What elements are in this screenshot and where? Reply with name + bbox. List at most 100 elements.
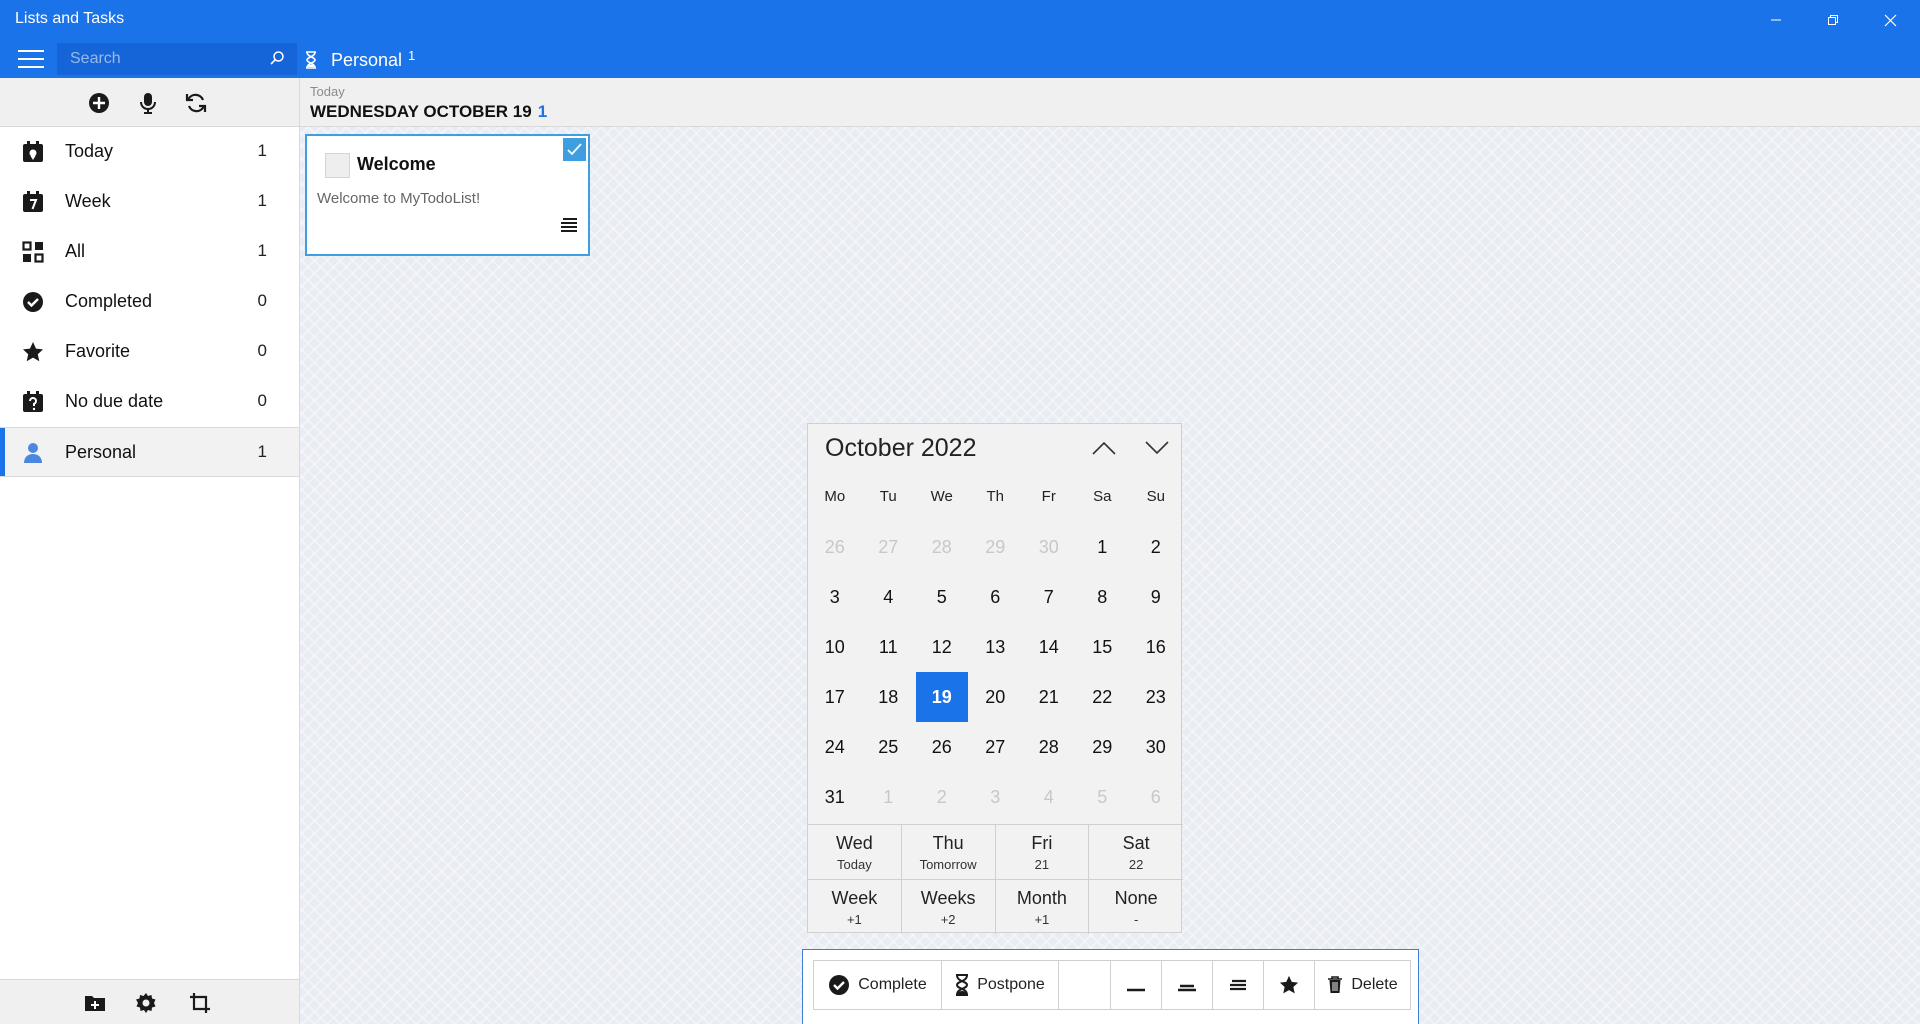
quick-date-label: Sat bbox=[1122, 832, 1150, 853]
calendar-day[interactable]: 12 bbox=[916, 622, 968, 672]
calendar-day[interactable]: 7 bbox=[1023, 572, 1075, 622]
restore-button[interactable] bbox=[1805, 0, 1861, 40]
quick-date-saturday-button[interactable]: Sat 22 bbox=[1089, 825, 1183, 879]
settings-icon bbox=[136, 993, 156, 1013]
date-heading: WEDNESDAY OCTOBER 19 1 bbox=[310, 102, 547, 122]
sidebar-item-personal[interactable]: Personal 1 bbox=[0, 427, 299, 477]
calendar-day[interactable]: 28 bbox=[1023, 722, 1075, 772]
next-month-button[interactable] bbox=[1141, 436, 1173, 460]
calendar-day[interactable]: 20 bbox=[970, 672, 1022, 722]
calendar-day[interactable]: 30 bbox=[1130, 722, 1182, 772]
calendar-day[interactable]: 9 bbox=[1130, 572, 1182, 622]
settings-button[interactable] bbox=[133, 990, 159, 1016]
quick-date-label: Wed bbox=[836, 832, 873, 853]
quick-date-none-button[interactable]: None - bbox=[1089, 880, 1183, 934]
calendar-day[interactable]: 1 bbox=[1077, 522, 1129, 572]
calendar-day[interactable]: 27 bbox=[863, 522, 915, 572]
calendar-day[interactable]: 13 bbox=[970, 622, 1022, 672]
calendar-day[interactable]: 16 bbox=[1130, 622, 1182, 672]
add-task-button[interactable] bbox=[86, 90, 112, 116]
priority-none-button[interactable] bbox=[1059, 961, 1111, 1009]
sidebar-item-favorite[interactable]: Favorite 0 bbox=[0, 327, 299, 377]
task-card[interactable]: Welcome Welcome to MyTodoList! bbox=[305, 134, 590, 256]
calendar-day[interactable]: 24 bbox=[809, 722, 861, 772]
favorite-button[interactable] bbox=[1264, 961, 1315, 1009]
main-content: Today WEDNESDAY OCTOBER 19 1 Welcome Welc… bbox=[300, 78, 1920, 1024]
search-input[interactable] bbox=[70, 47, 260, 71]
calendar-day-selected[interactable]: 19 bbox=[916, 672, 968, 722]
quick-date-month-button[interactable]: Month +1 bbox=[996, 880, 1090, 934]
calendar-day[interactable]: 2 bbox=[1130, 522, 1182, 572]
calendar-day[interactable]: 17 bbox=[809, 672, 861, 722]
calendar-day[interactable]: 8 bbox=[1077, 572, 1129, 622]
sidebar-item-week[interactable]: Week 1 bbox=[0, 177, 299, 227]
calendar-day[interactable]: 14 bbox=[1023, 622, 1075, 672]
quick-date-week-button[interactable]: Week +1 bbox=[808, 880, 902, 934]
quick-date-row: Wed Today Thu Tomorrow Fri 21 Sat 22 bbox=[808, 824, 1183, 879]
add-list-button[interactable] bbox=[82, 990, 108, 1016]
calendar-day[interactable]: 2 bbox=[916, 772, 968, 822]
crop-button[interactable] bbox=[187, 990, 213, 1016]
calendar-day[interactable]: 21 bbox=[1023, 672, 1075, 722]
calendar-day[interactable]: 28 bbox=[916, 522, 968, 572]
sidebar-item-count: 0 bbox=[257, 291, 267, 310]
calendar-day[interactable]: 29 bbox=[970, 522, 1022, 572]
quick-date-tomorrow-button[interactable]: Thu Tomorrow bbox=[902, 825, 996, 879]
priority-high-button[interactable] bbox=[1213, 961, 1264, 1009]
sidebar-item-today[interactable]: Today 1 bbox=[0, 127, 299, 177]
voice-input-button[interactable] bbox=[135, 90, 161, 116]
calendar-day[interactable]: 11 bbox=[863, 622, 915, 672]
weekday-label: We bbox=[930, 488, 953, 505]
date-picker: October 2022 Mo Tu We Th Fr Sa Su 26 27 28… bbox=[807, 423, 1183, 934]
sidebar-item-completed[interactable]: Completed 0 bbox=[0, 277, 299, 327]
calendar-day[interactable]: 30 bbox=[1023, 522, 1075, 572]
calendar-day[interactable]: 3 bbox=[809, 572, 861, 622]
minimize-icon bbox=[1771, 19, 1781, 21]
calendar-day[interactable]: 31 bbox=[809, 772, 861, 822]
add-folder-icon bbox=[85, 996, 105, 1011]
calendar-day[interactable]: 25 bbox=[863, 722, 915, 772]
search-icon[interactable] bbox=[269, 50, 285, 66]
sidebar-item-all[interactable]: All 1 bbox=[0, 227, 299, 277]
calendar-day[interactable]: 26 bbox=[916, 722, 968, 772]
person-icon bbox=[21, 441, 45, 465]
calendar-day[interactable]: 5 bbox=[1077, 772, 1129, 822]
delete-button[interactable]: Delete bbox=[1315, 961, 1410, 1009]
calendar-day[interactable]: 27 bbox=[970, 722, 1022, 772]
sidebar-item-no-due-date[interactable]: No due date 0 bbox=[0, 377, 299, 427]
quick-date-today-button[interactable]: Wed Today bbox=[808, 825, 902, 879]
calendar-day[interactable]: 23 bbox=[1130, 672, 1182, 722]
close-button[interactable] bbox=[1862, 0, 1918, 40]
priority-medium-button[interactable] bbox=[1162, 961, 1213, 1009]
quick-date-sublabel: Tomorrow bbox=[919, 856, 977, 872]
minimize-button[interactable] bbox=[1748, 0, 1804, 40]
menu-button[interactable] bbox=[18, 50, 44, 68]
calendar-day[interactable]: 1 bbox=[863, 772, 915, 822]
calendar-day[interactable]: 6 bbox=[1130, 772, 1182, 822]
command-bar: Complete Postpone Delete bbox=[802, 949, 1419, 1024]
calendar-day[interactable]: 3 bbox=[970, 772, 1022, 822]
sync-button[interactable] bbox=[183, 90, 209, 116]
postpone-button[interactable]: Postpone bbox=[942, 961, 1059, 1009]
grid-icon bbox=[21, 240, 45, 264]
quick-date-friday-button[interactable]: Fri 21 bbox=[996, 825, 1090, 879]
task-checkbox[interactable] bbox=[325, 153, 350, 178]
calendar-day[interactable]: 26 bbox=[809, 522, 861, 572]
calendar-day[interactable]: 15 bbox=[1077, 622, 1129, 672]
calendar-day[interactable]: 5 bbox=[916, 572, 968, 622]
add-icon bbox=[89, 93, 109, 113]
calendar-day[interactable]: 4 bbox=[863, 572, 915, 622]
calendar-day[interactable]: 29 bbox=[1077, 722, 1129, 772]
quick-date-weeks-button[interactable]: Weeks +2 bbox=[902, 880, 996, 934]
calendar-day[interactable]: 18 bbox=[863, 672, 915, 722]
calendar-weekday-row: Mo Tu We Th Fr Sa Su bbox=[808, 488, 1183, 508]
previous-month-button[interactable] bbox=[1088, 436, 1120, 460]
calendar-day[interactable]: 10 bbox=[809, 622, 861, 672]
calendar-day[interactable]: 22 bbox=[1077, 672, 1129, 722]
task-select-toggle[interactable] bbox=[563, 138, 586, 161]
calendar-day[interactable]: 4 bbox=[1023, 772, 1075, 822]
calendar-day[interactable]: 6 bbox=[970, 572, 1022, 622]
complete-button[interactable]: Complete bbox=[814, 961, 942, 1009]
priority-low-button[interactable] bbox=[1111, 961, 1162, 1009]
sidebar-item-count: 1 bbox=[257, 191, 267, 210]
